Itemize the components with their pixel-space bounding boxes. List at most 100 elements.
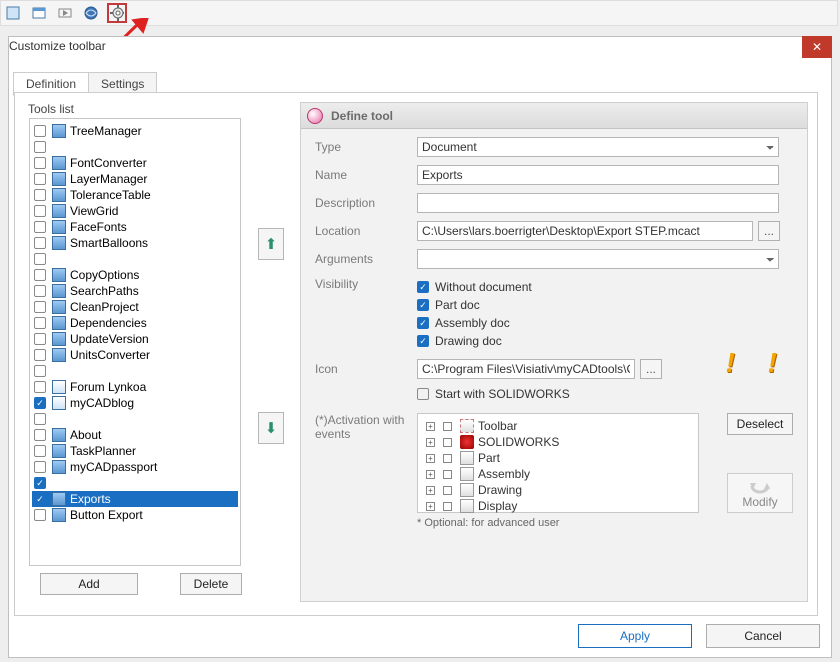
move-up-button[interactable]: ⬆ bbox=[258, 228, 284, 260]
tool-checkbox[interactable] bbox=[34, 509, 46, 521]
move-down-button[interactable]: ⬇ bbox=[258, 412, 284, 444]
start-with-checkbox[interactable] bbox=[417, 388, 429, 400]
tool-checkbox[interactable] bbox=[34, 445, 46, 457]
location-input[interactable] bbox=[417, 221, 753, 241]
tool-checkbox[interactable] bbox=[34, 317, 46, 329]
event-tree-item[interactable]: +Drawing bbox=[422, 482, 694, 498]
tool-item[interactable]: UnitsConverter bbox=[32, 347, 238, 363]
tool-checkbox[interactable]: ✓ bbox=[34, 397, 46, 409]
tool-checkbox[interactable] bbox=[34, 125, 46, 137]
deselect-button[interactable]: Deselect bbox=[727, 413, 793, 435]
arguments-select[interactable] bbox=[417, 249, 779, 269]
expand-icon[interactable]: + bbox=[426, 486, 435, 495]
event-tree-item[interactable]: +Assembly bbox=[422, 466, 694, 482]
tool-checkbox[interactable] bbox=[34, 205, 46, 217]
tool-item[interactable]: CleanProject bbox=[32, 299, 238, 315]
delete-button[interactable]: Delete bbox=[180, 573, 242, 595]
tool-item[interactable]: Dependencies bbox=[32, 315, 238, 331]
tool-checkbox[interactable] bbox=[34, 269, 46, 281]
tool-checkbox[interactable]: ✓ bbox=[34, 477, 46, 489]
expand-icon[interactable]: + bbox=[426, 422, 435, 431]
expand-icon[interactable]: + bbox=[426, 502, 435, 511]
tool-checkbox[interactable] bbox=[34, 173, 46, 185]
event-tree-item[interactable]: +Display bbox=[422, 498, 694, 514]
tool-checkbox[interactable] bbox=[34, 189, 46, 201]
tool-checkbox[interactable] bbox=[34, 157, 46, 169]
expand-icon[interactable]: + bbox=[426, 470, 435, 479]
description-input[interactable] bbox=[417, 193, 779, 213]
icon-input[interactable] bbox=[417, 359, 635, 379]
add-button[interactable]: Add bbox=[40, 573, 138, 595]
events-tree[interactable]: +Toolbar+SOLIDWORKS+Part+Assembly+Drawin… bbox=[417, 413, 699, 513]
type-select[interactable]: Document bbox=[417, 137, 779, 157]
browse-icon-button[interactable]: ... bbox=[640, 359, 662, 379]
tool-checkbox[interactable] bbox=[34, 429, 46, 441]
tree-checkbox[interactable] bbox=[443, 438, 452, 447]
tree-checkbox[interactable] bbox=[443, 470, 452, 479]
toolbar-icon-1[interactable] bbox=[3, 3, 23, 23]
tool-item[interactable]: CopyOptions bbox=[32, 267, 238, 283]
tool-checkbox[interactable] bbox=[34, 253, 46, 265]
tool-item[interactable]: About bbox=[32, 427, 238, 443]
tool-checkbox[interactable] bbox=[34, 461, 46, 473]
tools-list-label: Tools list bbox=[28, 102, 74, 116]
tool-item[interactable]: Button Export bbox=[32, 507, 238, 523]
tool-item[interactable]: SearchPaths bbox=[32, 283, 238, 299]
tool-checkbox[interactable] bbox=[34, 349, 46, 361]
toolbar-icon-2[interactable] bbox=[29, 3, 49, 23]
tool-item[interactable]: LayerManager bbox=[32, 171, 238, 187]
tool-icon bbox=[52, 332, 66, 346]
tool-checkbox[interactable] bbox=[34, 381, 46, 393]
visibility-checkbox[interactable]: ✓ bbox=[417, 299, 429, 311]
tool-checkbox[interactable] bbox=[34, 237, 46, 249]
tool-checkbox[interactable] bbox=[34, 221, 46, 233]
tool-checkbox[interactable] bbox=[34, 333, 46, 345]
name-input[interactable] bbox=[417, 165, 779, 185]
tool-item[interactable]: FaceFonts bbox=[32, 219, 238, 235]
tool-checkbox[interactable]: ✓ bbox=[34, 493, 46, 505]
tool-item[interactable]: ToleranceTable bbox=[32, 187, 238, 203]
tool-item[interactable]: UpdateVersion bbox=[32, 331, 238, 347]
cancel-button[interactable]: Cancel bbox=[706, 624, 820, 648]
event-tree-item[interactable]: +Part bbox=[422, 450, 694, 466]
tool-item[interactable]: TreeManager bbox=[32, 123, 238, 139]
tool-checkbox[interactable] bbox=[34, 301, 46, 313]
close-button[interactable]: ✕ bbox=[802, 36, 832, 58]
toolbar-icon-4[interactable] bbox=[81, 3, 101, 23]
tool-item[interactable]: myCADpassport bbox=[32, 459, 238, 475]
tool-item[interactable]: Forum Lynkoa bbox=[32, 379, 238, 395]
tool-checkbox[interactable] bbox=[34, 285, 46, 297]
event-tree-item[interactable]: +SOLIDWORKS bbox=[422, 434, 694, 450]
event-tree-item[interactable]: +Toolbar bbox=[422, 418, 694, 434]
tree-checkbox[interactable] bbox=[443, 422, 452, 431]
tools-listbox[interactable]: TreeManager FontConverterLayerManagerTole… bbox=[29, 118, 241, 566]
expand-icon[interactable]: + bbox=[426, 438, 435, 447]
tree-checkbox[interactable] bbox=[443, 454, 452, 463]
visibility-checkbox[interactable]: ✓ bbox=[417, 317, 429, 329]
tool-checkbox[interactable] bbox=[34, 413, 46, 425]
event-icon bbox=[460, 451, 474, 465]
tool-item[interactable] bbox=[32, 363, 238, 379]
tool-item[interactable]: TaskPlanner bbox=[32, 443, 238, 459]
visibility-checkbox[interactable]: ✓ bbox=[417, 335, 429, 347]
tool-item[interactable]: ViewGrid bbox=[32, 203, 238, 219]
tool-item[interactable]: ✓Exports bbox=[32, 491, 238, 507]
tool-item[interactable]: ✓ bbox=[32, 475, 238, 491]
browse-location-button[interactable]: ... bbox=[758, 221, 780, 241]
tool-item[interactable]: FontConverter bbox=[32, 155, 238, 171]
tool-item[interactable]: SmartBalloons bbox=[32, 235, 238, 251]
visibility-checkbox[interactable]: ✓ bbox=[417, 281, 429, 293]
tool-item[interactable] bbox=[32, 139, 238, 155]
tool-checkbox[interactable] bbox=[34, 365, 46, 377]
tree-checkbox[interactable] bbox=[443, 502, 452, 511]
modify-button[interactable]: Modify bbox=[727, 473, 793, 513]
toolbar-settings-icon[interactable] bbox=[107, 3, 127, 23]
tool-item[interactable]: ✓myCADblog bbox=[32, 395, 238, 411]
tool-checkbox[interactable] bbox=[34, 141, 46, 153]
toolbar-icon-3[interactable] bbox=[55, 3, 75, 23]
tool-item[interactable] bbox=[32, 411, 238, 427]
tree-checkbox[interactable] bbox=[443, 486, 452, 495]
expand-icon[interactable]: + bbox=[426, 454, 435, 463]
apply-button[interactable]: Apply bbox=[578, 624, 692, 648]
tool-item[interactable] bbox=[32, 251, 238, 267]
